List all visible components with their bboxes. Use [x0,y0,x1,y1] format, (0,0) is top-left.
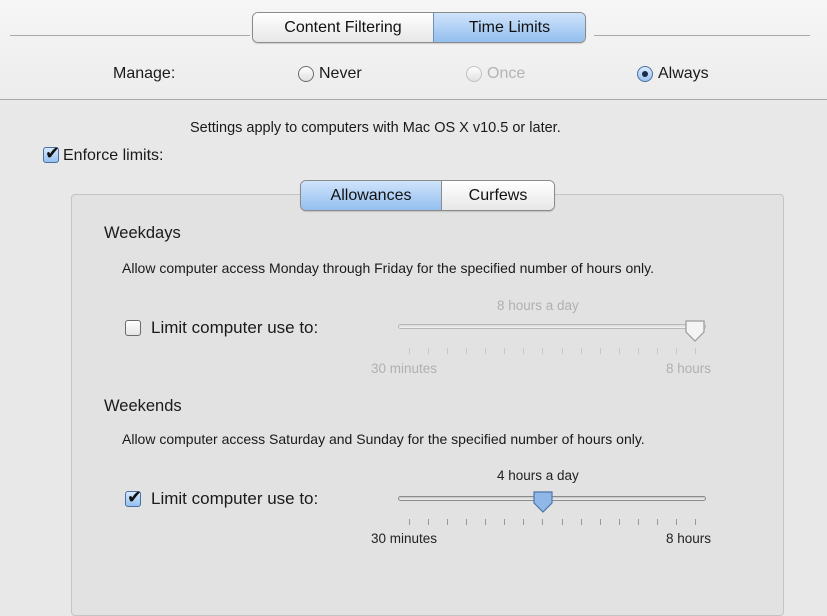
weekends-limit-label: Limit computer use to: [151,489,319,508]
weekdays-limit-label: Limit computer use to: [151,318,319,337]
weekdays-min-label: 30 minutes [371,361,438,376]
tick-mark [542,348,543,354]
weekdays-heading: Weekdays [104,224,181,242]
tick-mark [638,348,639,354]
tick-mark [466,519,467,525]
tick-mark [409,348,410,354]
tab-allowances[interactable]: Allowances [301,181,441,210]
tick-mark [695,519,696,525]
weekends-max-label: 8 hours [666,531,712,546]
tick-mark [447,519,448,525]
tick-mark [485,519,486,525]
manage-always-radio[interactable]: Always [637,65,709,83]
enforce-limits-label: Enforce limits: [63,147,164,164]
manage-once-radio: Once [466,65,525,83]
weekdays-value-text: 8 hours a day [497,298,579,313]
tick-mark [562,348,563,354]
enforce-limits-checkbox[interactable] [43,143,60,164]
main-tab-control: Content Filtering Time Limits [252,12,586,43]
tab-time-limits[interactable]: Time Limits [433,13,585,42]
tab-separator-left [10,35,250,36]
weekdays-limit-checkbox[interactable] [125,320,141,336]
header-bottom-border [0,99,827,100]
weekends-tick-marks [409,519,696,527]
tick-mark [676,348,677,354]
radio-circle [466,66,482,82]
manage-never-label: Never [319,65,362,82]
tick-mark [619,348,620,354]
weekdays-slider-thumb[interactable] [684,319,706,343]
tick-mark [504,348,505,354]
tick-mark [485,348,486,354]
tick-mark [523,519,524,525]
tick-mark [523,348,524,354]
tick-mark [428,519,429,525]
tick-mark [695,348,696,354]
tick-mark [504,519,505,525]
tick-mark [619,519,620,525]
manage-label: Manage: [113,65,176,82]
tick-mark [600,519,601,525]
weekends-heading: Weekends [104,397,182,415]
tick-mark [581,348,582,354]
weekdays-description: Allow computer access Monday through Fri… [122,260,654,276]
tick-mark [581,519,582,525]
weekends-min-label: 30 minutes [371,531,438,546]
tab-separator-right [594,35,810,36]
weekdays-slider-track[interactable] [398,324,706,329]
tick-mark [657,348,658,354]
tick-mark [466,348,467,354]
tick-mark [447,348,448,354]
weekends-slider-thumb[interactable] [532,490,554,514]
info-text: Settings apply to computers with Mac OS … [190,120,561,136]
tick-mark [409,519,410,525]
tick-mark [657,519,658,525]
weekdays-max-label: 8 hours [666,361,712,376]
weekends-description: Allow computer access Saturday and Sunda… [122,431,645,447]
tick-mark [600,348,601,354]
tick-mark [542,519,543,525]
weekends-limit-checkbox[interactable] [125,487,142,508]
tick-mark [676,519,677,525]
tab-content-filtering[interactable]: Content Filtering [253,13,433,42]
weekends-value-text: 4 hours a day [497,468,579,483]
tab-curfews[interactable]: Curfews [441,181,554,210]
tick-mark [638,519,639,525]
weekdays-tick-marks [409,348,696,356]
tick-mark [428,348,429,354]
tick-mark [562,519,563,525]
radio-circle [298,66,314,82]
manage-once-label: Once [487,65,526,82]
sub-tab-control: Allowances Curfews [300,180,555,211]
manage-always-label: Always [658,65,709,82]
manage-never-radio[interactable]: Never [298,65,362,83]
radio-circle [637,66,653,82]
